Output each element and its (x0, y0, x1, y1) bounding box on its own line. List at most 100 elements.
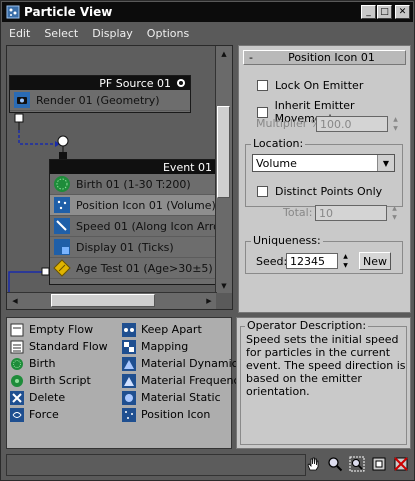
pf-source-title: PF Source 01 (99, 76, 171, 90)
total-field[interactable]: 10 (315, 205, 387, 221)
scroll-up-icon[interactable]: ▲ (217, 47, 231, 61)
multiplier-label: Multiplier % (256, 117, 322, 130)
description-label: Operator Description: (245, 319, 369, 332)
particle-view-window: Particle View _ □ ✕ Edit Select Display … (0, 0, 415, 481)
checkbox-box[interactable] (257, 80, 268, 91)
seed-field[interactable]: 12345 (286, 253, 338, 269)
depot-item-label: Mapping (141, 340, 189, 353)
distinct-points-checkbox[interactable]: Distinct Points Only (257, 185, 382, 198)
depot-item-label: Position Icon (141, 408, 211, 421)
lock-on-emitter-checkbox[interactable]: Lock On Emitter (257, 79, 363, 92)
force-icon (10, 407, 24, 422)
status-bar (6, 454, 306, 476)
minimize-button[interactable]: _ (361, 5, 376, 19)
vertical-scrollbar[interactable]: ▲ ▼ (215, 46, 232, 294)
operator-render-01[interactable]: Render 01 (Geometry) (10, 90, 190, 111)
operator-age-test-01[interactable]: Age Test 01 (Age>30±5) (50, 258, 216, 279)
operator-display-01[interactable]: Display 01 (Ticks) (50, 237, 216, 258)
title-bar: Particle View _ □ ✕ (2, 2, 413, 22)
material-dynamic-icon (122, 356, 136, 371)
scroll-left-icon[interactable]: ◀ (8, 294, 22, 308)
rollout-title: Position Icon 01 (288, 51, 375, 64)
horizontal-scrollbar[interactable]: ◀ ▶ (7, 292, 217, 309)
depot-item-delete[interactable]: Delete (10, 389, 108, 406)
operator-birth-01[interactable]: Birth 01 (1-30 T:200) (50, 174, 216, 195)
operator-label: Speed 01 (Along Icon Arrow (76, 219, 216, 233)
operator-label: Render 01 (Geometry) (36, 93, 160, 107)
checkbox-box[interactable] (257, 186, 268, 197)
depot-item-birth-script[interactable]: Birth Script (10, 372, 108, 389)
event-node[interactable]: Event 01 Birth 01 (1-30 T:200) Position … (49, 159, 217, 285)
depot-item-label: Birth Script (29, 374, 91, 387)
depot-item-label: Force (29, 408, 59, 421)
zoom-icon[interactable] (326, 455, 344, 473)
depot-item-mapping[interactable]: Mapping (122, 338, 246, 355)
keep-apart-icon (122, 322, 136, 337)
location-value: Volume (256, 156, 297, 170)
operator-position-icon-01[interactable]: Position Icon 01 (Volume) (50, 195, 216, 216)
render-toggle-icon[interactable] (176, 78, 186, 88)
depot-item-material-dynamic[interactable]: Material Dynamic (122, 355, 246, 372)
material-static-icon (122, 390, 136, 405)
zoom-extents-icon[interactable] (370, 455, 388, 473)
mapping-icon (122, 339, 136, 354)
depot-item-material-frequency[interactable]: Material Frequency (122, 372, 246, 389)
menu-display[interactable]: Display (85, 27, 140, 40)
speed-icon (54, 218, 70, 234)
event-title: Event 01 (162, 160, 212, 174)
seed-spinner[interactable]: ▲ ▼ (341, 253, 350, 269)
rollout-header[interactable]: - Position Icon 01 (243, 50, 406, 65)
pf-source-node[interactable]: PF Source 01 Render 01 (Geometry) (9, 75, 191, 113)
horizontal-scroll-thumb[interactable] (51, 294, 155, 307)
description-frame: Operator Description: Speed sets the ini… (240, 319, 407, 445)
event-display[interactable]: PF Source 01 Render 01 (Geometry) Event … (6, 45, 233, 310)
position-icon (54, 197, 70, 213)
operator-depot: Empty Flow Standard Flow Birth Birth Scr… (6, 317, 246, 449)
maximize-button[interactable]: □ (377, 5, 392, 19)
no-scroll-icon[interactable] (392, 455, 410, 473)
seed-label: Seed: (256, 255, 288, 268)
collapse-icon[interactable]: - (244, 51, 258, 64)
pan-hand-icon[interactable] (304, 455, 322, 473)
total-label: Total: (283, 206, 313, 219)
depot-item-keep-apart[interactable]: Keep Apart (122, 321, 246, 338)
depot-item-position-icon[interactable]: Position Icon (122, 406, 246, 423)
depot-item-material-static[interactable]: Material Static (122, 389, 246, 406)
operator-label: Age Test 01 (Age>30±5) (76, 261, 213, 275)
standard-flow-icon (10, 340, 24, 353)
close-button[interactable]: ✕ (395, 5, 410, 19)
operator-speed-01[interactable]: Speed 01 (Along Icon Arrow (50, 216, 216, 237)
vertical-scroll-thumb[interactable] (217, 106, 230, 198)
menu-select[interactable]: Select (37, 27, 85, 40)
new-seed-button[interactable]: New (359, 252, 391, 270)
depot-item-label: Material Dynamic (141, 357, 238, 370)
menu-options[interactable]: Options (140, 27, 196, 40)
render-icon (14, 92, 30, 108)
chevron-down-icon[interactable]: ▼ (377, 155, 394, 171)
depot-item-force[interactable]: Force (10, 406, 108, 423)
location-dropdown[interactable]: Volume ▼ (252, 154, 395, 172)
multiplier-spinner[interactable]: ▲ ▼ (391, 116, 400, 132)
birth-icon (11, 357, 23, 370)
depot-item-label: Material Frequency (141, 374, 247, 387)
window-title: Particle View (24, 5, 113, 19)
parameters-panel: - Position Icon 01 Lock On Emitter Inher… (238, 45, 411, 313)
material-frequency-icon (122, 373, 136, 388)
scroll-right-icon[interactable]: ▶ (202, 294, 216, 308)
checkbox-box[interactable] (257, 106, 268, 118)
particle-view-app-icon (6, 5, 20, 19)
event-header[interactable]: Event 01 (50, 160, 216, 174)
total-spinner[interactable]: ▲ ▼ (390, 205, 399, 221)
description-text: Speed sets the initial speed for particl… (246, 333, 406, 398)
zoom-region-icon[interactable] (348, 455, 366, 473)
age-test-icon (53, 259, 71, 277)
depot-item-standard-flow[interactable]: Standard Flow (10, 338, 108, 355)
depot-item-birth[interactable]: Birth (10, 355, 108, 372)
multiplier-field[interactable]: 100.0 (316, 116, 388, 132)
depot-item-empty-flow[interactable]: Empty Flow (10, 321, 108, 338)
empty-flow-icon (10, 323, 24, 336)
scroll-down-icon[interactable]: ▼ (217, 279, 231, 293)
checkbox-label: Lock On Emitter (275, 79, 364, 92)
pf-source-header[interactable]: PF Source 01 (10, 76, 190, 90)
menu-edit[interactable]: Edit (2, 27, 37, 40)
